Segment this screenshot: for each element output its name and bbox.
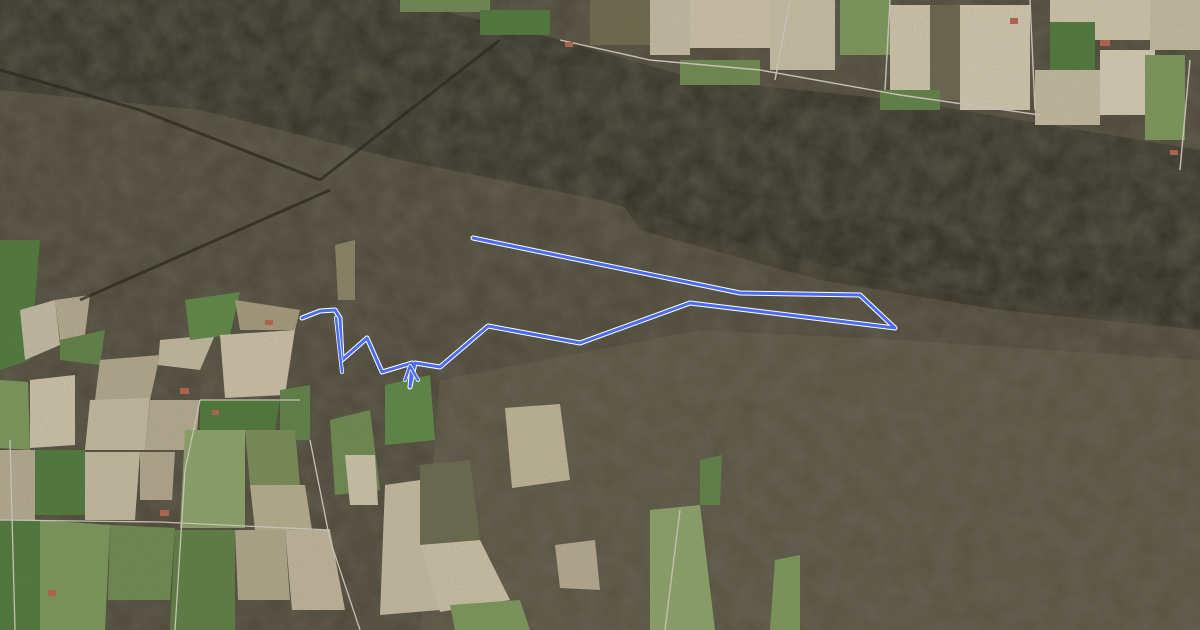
satellite-map[interactable] bbox=[0, 0, 1200, 630]
photo-grain bbox=[0, 0, 1200, 630]
